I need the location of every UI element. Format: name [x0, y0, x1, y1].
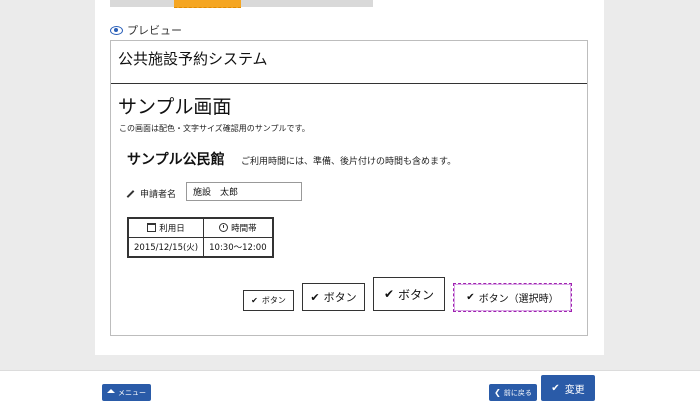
pencil-icon	[126, 189, 135, 198]
home-icon	[107, 388, 115, 393]
sample-button-large[interactable]: ✔ ボタン	[373, 277, 445, 311]
preview-label-text: プレビュー	[127, 24, 182, 37]
sample-button-small[interactable]: ✔ ボタン	[243, 290, 294, 311]
chevron-left-icon: ❮	[494, 388, 501, 397]
check-icon: ✔	[551, 382, 560, 394]
system-title: 公共施設予約システム	[118, 50, 268, 68]
color-tab-1[interactable]	[110, 0, 172, 7]
clock-icon	[219, 223, 229, 232]
color-tab-3[interactable]	[243, 0, 307, 7]
preview-frame: 公共施設予約システム サンプル画面 この画面は配色・文字サイズ確認用のサンプルで…	[110, 40, 588, 336]
color-tabs	[110, 0, 373, 8]
facility-note: ご利用時間には、準備、後片付けの時間も含めます。	[241, 157, 457, 167]
check-icon: ✔	[466, 292, 475, 303]
header-time-slot: 時間帯	[203, 217, 274, 238]
page-description: この画面は配色・文字サイズ確認用のサンプルです。	[119, 124, 310, 133]
back-button[interactable]: ❮ 前に戻る	[489, 384, 537, 401]
check-icon: ✔	[251, 296, 258, 305]
table-header-row: 利用日 時間帯	[127, 217, 274, 238]
footer-bar: メニュー ❮ 前に戻る ✔ 変更	[0, 370, 700, 411]
page-title: サンプル画面	[118, 96, 232, 118]
sample-button-small-label: ボタン	[261, 296, 286, 305]
sample-button-medium-label: ボタン	[323, 291, 357, 304]
applicant-input[interactable]	[186, 182, 302, 201]
menu-button[interactable]: メニュー	[102, 384, 151, 401]
color-tab-4[interactable]	[309, 0, 373, 7]
facility-name: サンプル公民館	[127, 152, 225, 168]
applicant-label-text: 申請者名	[140, 190, 177, 200]
applicant-label: 申請者名	[126, 187, 176, 200]
menu-button-label: メニュー	[118, 388, 146, 397]
preview-heading: プレビュー	[110, 22, 182, 38]
check-icon: ✔	[383, 287, 395, 301]
back-button-label: 前に戻る	[503, 388, 532, 397]
header-usage-date: 利用日	[127, 217, 205, 238]
system-header: 公共施設予約システム	[111, 41, 587, 84]
sample-button-large-label: ボタン	[398, 287, 435, 302]
reservation-table: 利用日 時間帯 2015/12/15(火) 10:30～12:00	[127, 217, 274, 258]
sample-button-medium[interactable]: ✔ ボタン	[302, 283, 365, 311]
cell-usage-date: 2015/12/15(火)	[127, 237, 205, 258]
eye-icon	[110, 25, 123, 35]
check-icon: ✔	[310, 290, 320, 304]
calendar-icon	[147, 223, 157, 232]
change-button-label: 変更	[564, 384, 585, 396]
cell-time-slot: 10:30～12:00	[203, 237, 274, 258]
sample-button-selected-label: ボタン（選択時）	[478, 294, 559, 305]
table-row: 2015/12/15(火) 10:30～12:00	[127, 237, 274, 258]
change-button[interactable]: ✔ 変更	[541, 375, 595, 401]
sample-button-selected[interactable]: ✔ ボタン（選択時）	[453, 283, 572, 312]
color-tab-2-selected[interactable]	[174, 0, 241, 8]
